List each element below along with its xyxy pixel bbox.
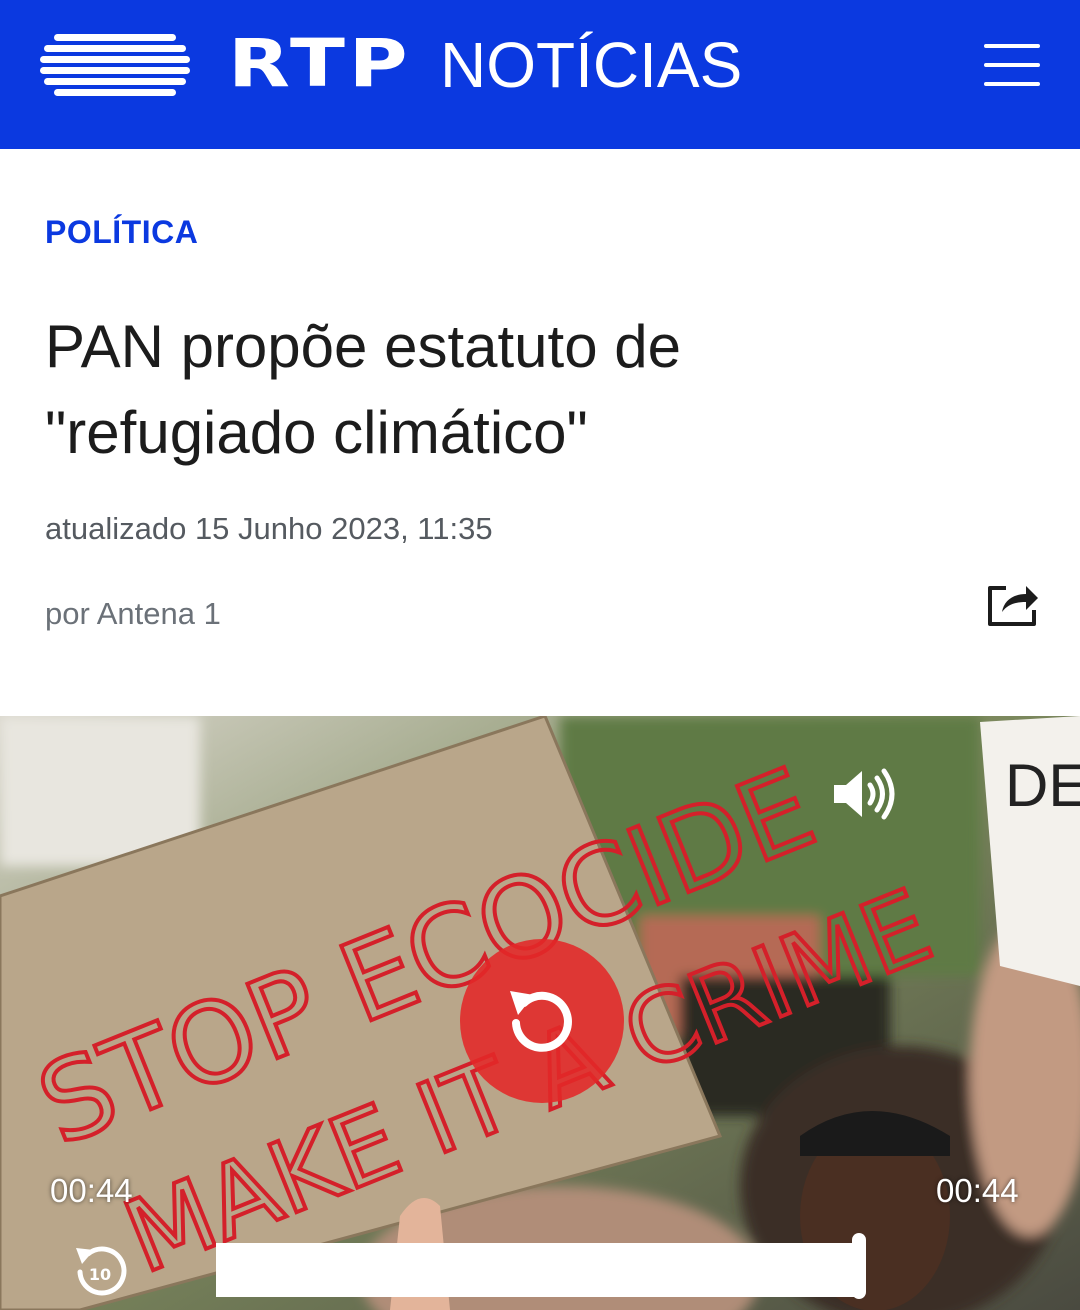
progress-bar[interactable] <box>216 1243 856 1297</box>
share-icon[interactable] <box>984 580 1040 628</box>
progress-fill <box>216 1243 856 1297</box>
top-bar: RTP NOTÍCIAS <box>0 0 1080 149</box>
article-updated-date: atualizado 15 Junho 2023, 11:35 <box>45 511 493 546</box>
article-category[interactable]: POLÍTICA <box>45 214 198 251</box>
article-title-line1: PAN propõe estatuto de <box>45 313 681 380</box>
article-author: por Antena 1 <box>45 596 221 631</box>
article-title-line2: "refugiado climático" <box>45 399 588 466</box>
hamburger-menu-icon[interactable] <box>980 40 1042 90</box>
replay-icon <box>510 991 572 1052</box>
article-title: PAN propõe estatuto de "refugiado climát… <box>45 304 1035 476</box>
duration-time: 00:44 <box>936 1172 1019 1209</box>
rtp-logo-stripes-icon[interactable] <box>40 34 190 100</box>
brand-logo[interactable]: RTP <box>228 28 411 100</box>
progress-handle[interactable] <box>852 1233 866 1299</box>
rewind-seconds-label: 10 <box>89 1265 111 1284</box>
current-time: 00:44 <box>50 1172 133 1209</box>
volume-icon[interactable] <box>830 763 898 825</box>
rewind-10-icon[interactable]: 10 <box>72 1242 128 1298</box>
section-title[interactable]: NOTÍCIAS <box>440 30 742 100</box>
sign-right-text: DE <box>1005 752 1080 819</box>
replay-button[interactable] <box>460 939 624 1103</box>
